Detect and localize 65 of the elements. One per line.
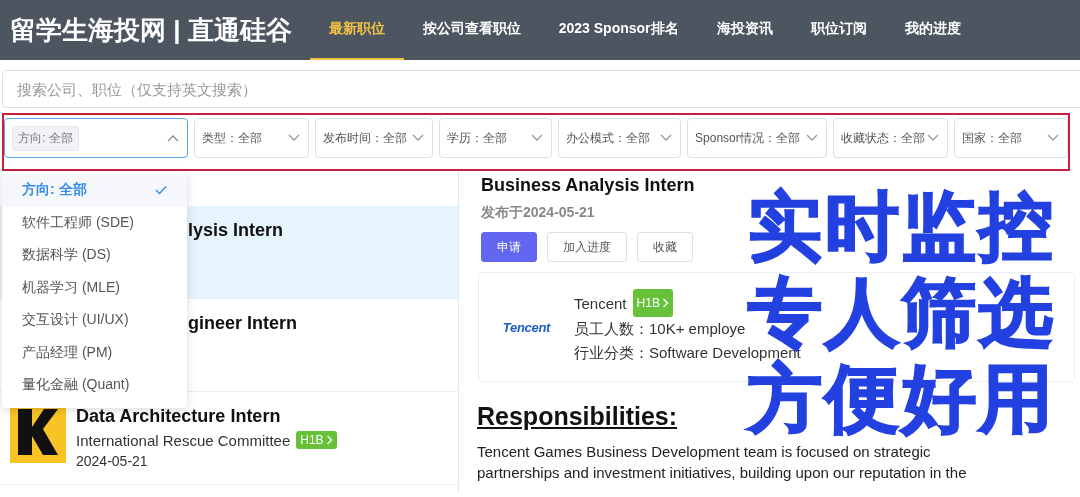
action-button[interactable]: 收藏 bbox=[637, 232, 693, 262]
dropdown-option[interactable]: 产品经理 (PM) bbox=[2, 336, 187, 369]
post-date: 2024-05-21 bbox=[76, 453, 149, 469]
site-logo[interactable]: 留学生海投网 | 直通硅谷 bbox=[0, 0, 310, 60]
job-title: lysis Intern bbox=[188, 220, 284, 241]
filter-select[interactable]: 类型：全部 bbox=[194, 118, 310, 158]
filter-select[interactable]: 收藏状态：全部 bbox=[832, 118, 949, 158]
search-field[interactable]: 搜索公司、职位（仅支持英文搜索） bbox=[2, 70, 1080, 108]
company-name: International Rescue Committee bbox=[76, 432, 291, 449]
chevron-down-icon bbox=[411, 134, 424, 142]
filter-select[interactable]: 学历：全部 bbox=[438, 118, 553, 158]
filter-select[interactable]: Sponsor情况：全部 bbox=[687, 118, 827, 158]
chevron-up-icon bbox=[167, 134, 180, 142]
filter-label: Sponsor情况：全部 bbox=[695, 129, 800, 147]
filter-label: 学历：全部 bbox=[446, 129, 507, 147]
fact-label: 员工人数： bbox=[574, 320, 649, 337]
company-logo: Tencent bbox=[501, 319, 552, 335]
nav-tab[interactable]: 海投资讯 bbox=[697, 0, 792, 60]
chevron-down-icon bbox=[927, 134, 940, 142]
option-label: 交互设计 (UI/UX) bbox=[22, 311, 129, 330]
dropdown-option[interactable]: 软件工程师 (SDE) bbox=[2, 206, 187, 239]
dropdown-option[interactable]: 交互设计 (UI/UX) bbox=[2, 304, 187, 337]
promo-headline: 实时监控 bbox=[748, 184, 1056, 270]
nav-tab[interactable]: 职位订阅 bbox=[791, 0, 886, 60]
filter-label: 类型：全部 bbox=[202, 129, 263, 147]
post-date: 发布于2024-05-21 bbox=[481, 204, 596, 222]
job-title: gineer Intern bbox=[188, 313, 298, 334]
chevron-down-icon bbox=[805, 134, 818, 142]
filter-tag: 方向: 全部 bbox=[12, 125, 79, 151]
option-label: 数据科学 (DS) bbox=[22, 246, 111, 265]
description-text: Tencent Games Business Development team is focused on strategic partnerships and investment initiatives, building upon our reputation in the bbox=[477, 442, 968, 483]
option-label: 量化金融 (Quant) bbox=[22, 376, 130, 395]
check-icon bbox=[155, 185, 167, 196]
job-title: Data Architecture Intern bbox=[76, 406, 282, 427]
job-title: Business Analysis Intern bbox=[481, 175, 695, 196]
filter-label: 收藏状态：全部 bbox=[840, 129, 925, 147]
chevron-right-icon bbox=[661, 298, 669, 308]
chevron-down-icon bbox=[288, 134, 301, 142]
company-name: Tencent bbox=[574, 295, 627, 312]
fact-value: 10K+ employe bbox=[649, 320, 746, 337]
chevron-down-icon bbox=[1047, 134, 1059, 142]
nav-tab[interactable]: 按公司查看职位 bbox=[403, 0, 540, 60]
nav-tab[interactable]: 我的进度 bbox=[885, 0, 980, 60]
apply-button[interactable]: 申请 bbox=[481, 232, 537, 262]
option-label: 方向: 全部 bbox=[22, 181, 87, 200]
section-heading: Responsibilities: bbox=[477, 402, 678, 431]
option-label: 软件工程师 (SDE) bbox=[22, 213, 134, 232]
option-label: 产品经理 (PM) bbox=[22, 343, 113, 362]
filter-select[interactable]: 国家：全部 bbox=[954, 118, 1068, 158]
filter-label: 发布时间：全部 bbox=[323, 129, 408, 147]
k-shape-icon bbox=[18, 408, 58, 455]
dropdown-option[interactable]: 数据科学 (DS) bbox=[2, 239, 187, 272]
filter-label: 办公模式：全部 bbox=[566, 129, 651, 147]
option-label: 机器学习 (MLE) bbox=[22, 278, 120, 297]
action-button[interactable]: 加入进度 bbox=[547, 232, 627, 262]
chevron-down-icon bbox=[660, 134, 673, 142]
filter-label: 国家：全部 bbox=[962, 129, 1023, 147]
nav-tab[interactable]: 2023 Sponsor排名 bbox=[539, 0, 698, 60]
chevron-right-icon bbox=[325, 435, 333, 445]
nav-tab[interactable]: 最新职位 bbox=[309, 0, 404, 60]
filter-select[interactable]: 方向: 全部 bbox=[4, 118, 189, 158]
chevron-down-icon bbox=[531, 134, 544, 142]
filter-select[interactable]: 发布时间：全部 bbox=[315, 118, 433, 158]
fact-label: 行业分类： bbox=[574, 344, 649, 361]
filter-select[interactable]: 办公模式：全部 bbox=[558, 118, 682, 158]
